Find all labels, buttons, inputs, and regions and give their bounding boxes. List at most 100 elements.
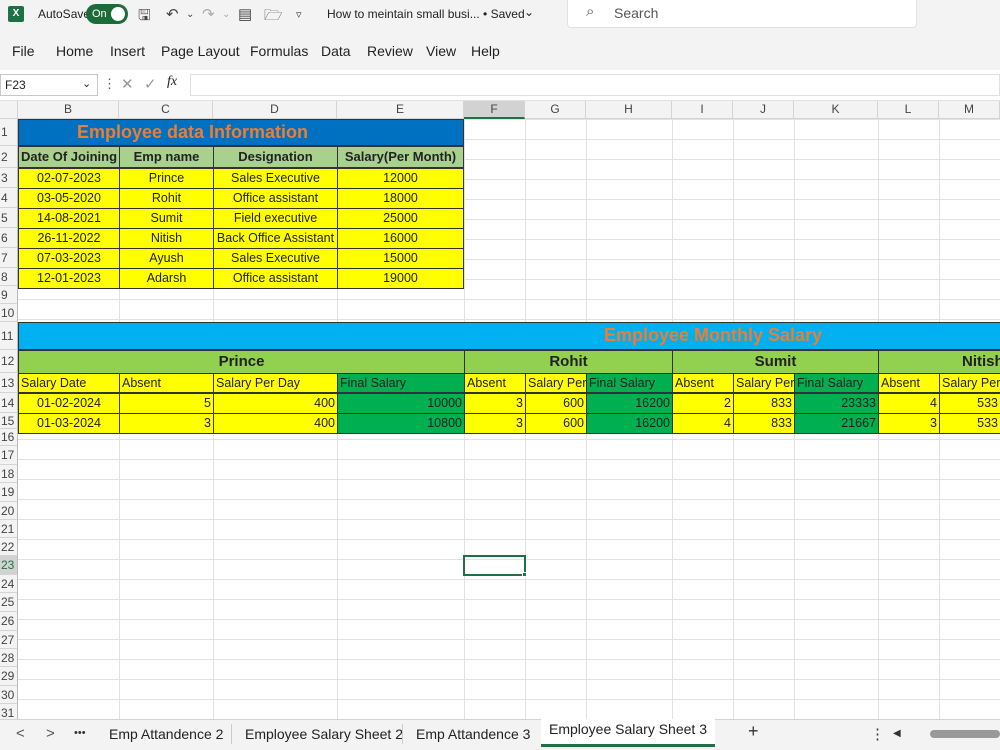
tab-prev-icon[interactable]: < <box>16 725 25 742</box>
prince-cell[interactable]: 10000 <box>337 393 465 414</box>
nitish-cell[interactable]: 533 <box>939 393 1000 414</box>
selected-cell-f23[interactable] <box>463 555 526 576</box>
table1-cell[interactable]: 14-08-2021 <box>18 208 120 229</box>
table2-title-cell[interactable]: Employee Monthly Salary <box>18 322 1000 350</box>
menu-data[interactable]: Data <box>321 43 351 59</box>
column-header-m[interactable]: M <box>939 101 1000 119</box>
tab-options-icon[interactable]: ⋮ <box>870 725 885 743</box>
header-final-salary[interactable]: Final Salary <box>337 373 465 393</box>
column-header-d[interactable]: D <box>213 101 337 119</box>
header-final-salary[interactable]: Final Salary <box>586 373 673 393</box>
table1-cell[interactable]: 16000 <box>337 228 464 249</box>
row-header-14[interactable]: 14 <box>0 393 18 413</box>
rohit-cell[interactable]: 16200 <box>586 413 673 434</box>
save-icon[interactable]: 🖫 <box>138 5 151 30</box>
sumit-cell[interactable]: 833 <box>733 393 795 414</box>
table1-cell[interactable]: Nitish <box>119 228 214 249</box>
customize-toolbar-icon[interactable]: ▿ <box>296 8 302 21</box>
row-header-13[interactable]: 13 <box>0 373 18 393</box>
row-header-6[interactable]: 6 <box>0 228 18 248</box>
row-header-22[interactable]: 22 <box>0 538 18 556</box>
undo-dropdown-icon[interactable]: ⌄ <box>186 9 194 20</box>
row-header-4[interactable]: 4 <box>0 188 18 208</box>
table1-cell[interactable]: 12-01-2023 <box>18 268 120 289</box>
autosave-toggle[interactable]: On <box>86 4 128 24</box>
select-all-corner[interactable] <box>0 101 18 119</box>
tab-next-icon[interactable]: > <box>46 725 55 742</box>
prince-cell[interactable]: 10800 <box>337 413 465 434</box>
header-absent[interactable]: Absent <box>119 373 214 393</box>
name-box-dropdown-icon[interactable]: ⌄ <box>82 77 91 90</box>
row-header-24[interactable]: 24 <box>0 575 18 593</box>
row-header-29[interactable]: 29 <box>0 667 18 686</box>
header-absent[interactable]: Absent <box>878 373 940 393</box>
rohit-cell[interactable]: 3 <box>464 413 526 434</box>
redo-icon[interactable]: ↷ <box>202 5 215 23</box>
table1-cell[interactable]: Adarsh <box>119 268 214 289</box>
title-dropdown-icon[interactable]: ⌄ <box>524 5 534 19</box>
group-header-rohit[interactable]: Rohit <box>464 350 673 374</box>
column-header-l[interactable]: L <box>878 101 939 119</box>
header-salary-per[interactable]: Salary Per <box>733 373 795 393</box>
column-header-h[interactable]: H <box>586 101 672 119</box>
table1-cell[interactable]: Back Office Assistant <box>213 228 338 249</box>
rohit-cell[interactable]: 16200 <box>586 393 673 414</box>
header-salary-per-month[interactable]: Salary(Per Month) <box>337 146 464 168</box>
fill-handle[interactable] <box>522 572 527 577</box>
table1-cell[interactable]: 18000 <box>337 188 464 209</box>
header-absent[interactable]: Absent <box>672 373 734 393</box>
row-header-7[interactable]: 7 <box>0 248 18 268</box>
row-header-17[interactable]: 17 <box>0 446 18 465</box>
row-header-26[interactable]: 26 <box>0 612 18 631</box>
header-final-salary[interactable]: Final Salary <box>794 373 879 393</box>
header-designation[interactable]: Designation <box>213 146 338 168</box>
salary-date-cell[interactable]: 01-03-2024 <box>18 413 120 434</box>
tab-more-icon[interactable]: ••• <box>74 727 86 739</box>
row-header-27[interactable]: 27 <box>0 631 18 649</box>
header-salary-date[interactable]: Salary Date <box>18 373 120 393</box>
row-header-19[interactable]: 19 <box>0 483 18 502</box>
sheet-tab-emp-attandence-3[interactable]: Emp Attandence 3 <box>416 726 530 742</box>
add-sheet-icon[interactable]: + <box>748 721 759 742</box>
sumit-cell[interactable]: 23333 <box>794 393 879 414</box>
row-header-30[interactable]: 30 <box>0 686 18 704</box>
rohit-cell[interactable]: 3 <box>464 393 526 414</box>
formula-input[interactable] <box>190 74 1000 96</box>
row-header-10[interactable]: 10 <box>0 304 18 322</box>
nitish-cell[interactable]: 3 <box>878 413 940 434</box>
column-header-e[interactable]: E <box>337 101 464 119</box>
table1-cell[interactable]: Sales Executive <box>213 168 338 189</box>
row-header-5[interactable]: 5 <box>0 208 18 228</box>
table1-title-cell[interactable]: Employee data Information <box>18 119 464 146</box>
row-header-23[interactable]: 23 <box>0 556 18 575</box>
nitish-cell[interactable]: 4 <box>878 393 940 414</box>
document-title[interactable]: How to meintain small busi... • Saved <box>327 7 525 21</box>
table1-cell[interactable]: 26-11-2022 <box>18 228 120 249</box>
cancel-icon[interactable]: ✕ <box>121 75 134 93</box>
undo-icon[interactable]: ↶ <box>166 5 179 23</box>
group-header-nitish[interactable]: Nitish <box>878 350 1000 374</box>
table1-cell[interactable]: 12000 <box>337 168 464 189</box>
sumit-cell[interactable]: 21667 <box>794 413 879 434</box>
prince-cell[interactable]: 400 <box>213 393 338 414</box>
menu-insert[interactable]: Insert <box>110 43 145 59</box>
prince-cell[interactable]: 400 <box>213 413 338 434</box>
row-header-18[interactable]: 18 <box>0 465 18 483</box>
row-header-9[interactable]: 9 <box>0 286 18 304</box>
form-icon[interactable]: ▤ <box>238 5 252 23</box>
column-header-k[interactable]: K <box>794 101 878 119</box>
redo-dropdown-icon[interactable]: ⌄ <box>222 9 230 20</box>
search-box[interactable]: ⌕ Search <box>567 0 917 28</box>
table1-cell[interactable]: 02-07-2023 <box>18 168 120 189</box>
row-header-1[interactable]: 1 <box>0 119 18 146</box>
rohit-cell[interactable]: 600 <box>525 393 587 414</box>
column-header-j[interactable]: J <box>733 101 794 119</box>
scroll-left-icon[interactable]: ◀ <box>893 728 901 739</box>
group-header-sumit[interactable]: Sumit <box>672 350 879 374</box>
row-header-16[interactable]: 16 <box>0 429 18 446</box>
sumit-cell[interactable]: 4 <box>672 413 734 434</box>
nitish-cell[interactable]: 533 <box>939 413 1000 434</box>
column-header-c[interactable]: C <box>119 101 213 119</box>
column-header-b[interactable]: B <box>18 101 119 119</box>
prince-cell[interactable]: 3 <box>119 413 214 434</box>
